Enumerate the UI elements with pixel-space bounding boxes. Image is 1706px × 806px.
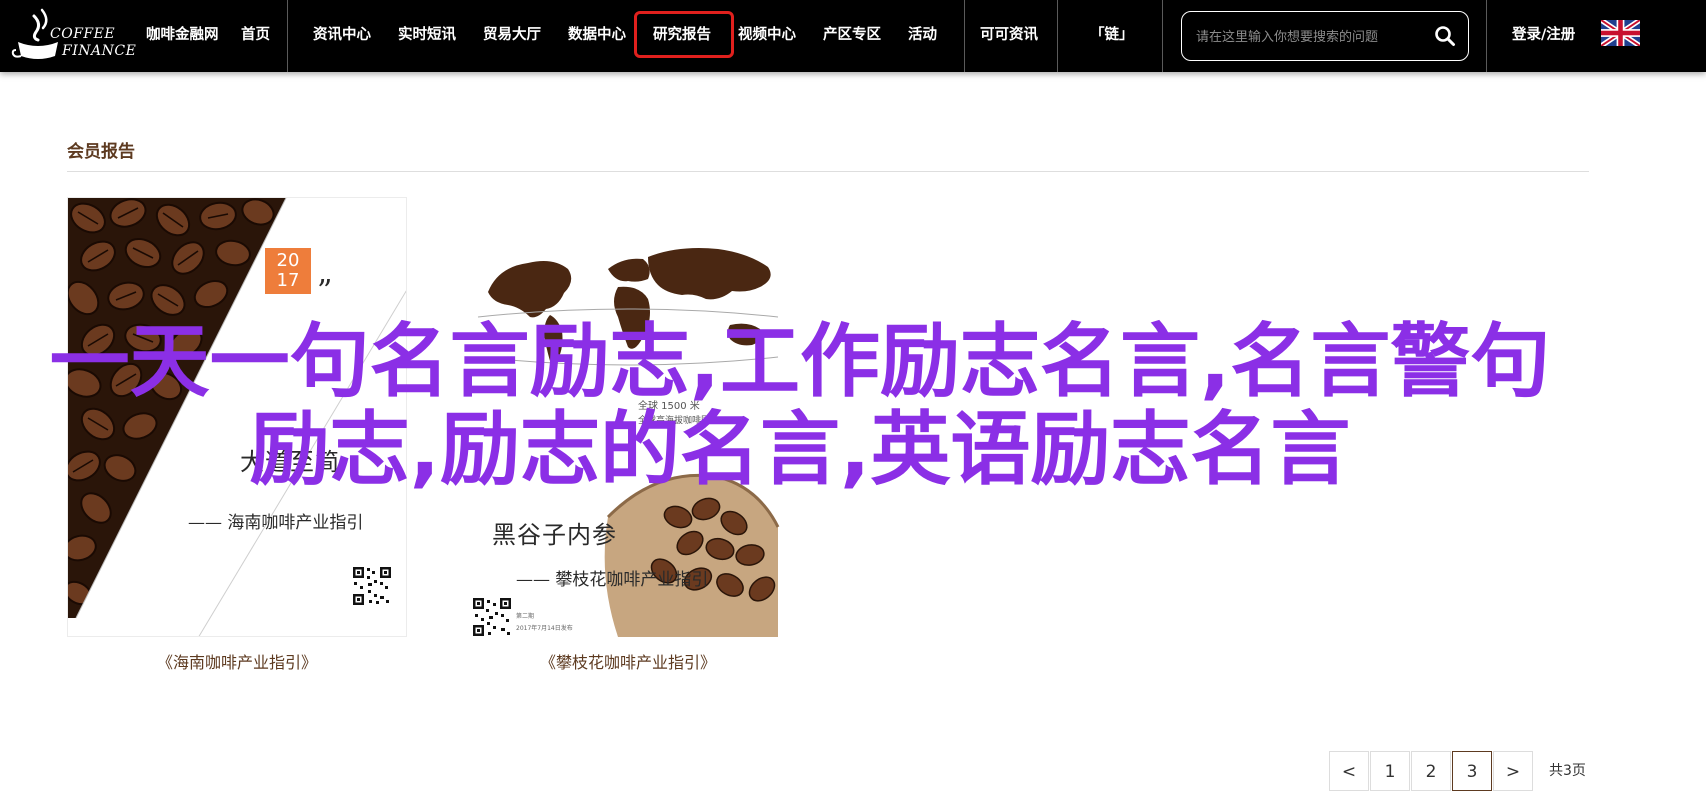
section-title: 会员报告 [67,142,135,162]
cover-subtitle: —— 攀枝花咖啡产业指引 [516,570,709,590]
cover-quote-mark: ” [317,274,334,309]
cover-year-bottom: 17 [276,270,300,291]
report-caption-panzhihua[interactable]: 《攀枝花咖啡产业指引》 [458,649,798,673]
cover-publish-date: 2017年7月14日发布 [516,625,573,632]
report-cover-panzhihua[interactable]: 全球 1500 米 全球高海拔咖啡区 黑谷子内参 —— 攀枝花咖啡产业指引 第二… [458,197,798,637]
map-label-altitude: 全球 1500 米 [638,401,700,412]
site-logo[interactable]: COFFEE FINANCE [8,6,136,64]
pagination-next-button[interactable]: > [1493,751,1533,791]
search-input[interactable] [1194,24,1428,50]
qr-code-icon [352,566,392,606]
cover-year-badge: 20 17 [265,248,311,294]
nav-origin-zone[interactable]: 产区专区 [823,24,881,46]
nav-chain[interactable]: 「链」 [1090,24,1134,46]
nav-home[interactable]: 首页 [241,24,270,46]
nav-separator [1486,0,1487,72]
cover-issue-number: 第二期 [516,613,535,620]
section-divider [67,171,1589,172]
logo-text-line2: FINANCE [62,43,137,59]
qr-code-icon [472,597,512,637]
nav-coffee-finance[interactable]: 咖啡金融网 [146,24,219,46]
login-register-link[interactable]: 登录/注册 [1512,24,1575,46]
nav-data-center[interactable]: 数据中心 [568,24,626,46]
nav-research-reports[interactable]: 研究报告 [653,24,711,46]
search-box [1181,11,1469,61]
search-icon[interactable] [1434,25,1456,47]
cover-title: 大道至简 [240,448,340,476]
pagination-page-2[interactable]: 2 [1411,751,1451,791]
cover-subtitle: —— 海南咖啡产业指引 [188,513,364,533]
top-navbar: COFFEE FINANCE 咖啡金融网 首页 资讯中心 实时短讯 贸易大厅 数… [0,0,1706,72]
pagination-page-1[interactable]: 1 [1370,751,1410,791]
cover-title: 黑谷子内参 [492,521,617,549]
cover-year-top: 20 [276,250,300,271]
pagination-page-3[interactable]: 3 [1452,751,1492,791]
nav-separator [1162,0,1163,72]
map-label-region: 全球高海拔咖啡区 [638,416,711,426]
nav-news-center[interactable]: 资讯中心 [313,24,371,46]
uk-flag-icon[interactable] [1601,20,1640,46]
nav-video-center[interactable]: 视频中心 [738,24,796,46]
nav-separator [287,0,288,72]
nav-separator [964,0,965,72]
nav-flash-news[interactable]: 实时短讯 [398,24,456,46]
logo-text-line1: COFFEE [50,26,116,42]
nav-trade-hall[interactable]: 贸易大厅 [483,24,541,46]
report-cover-hainan[interactable]: 20 17 ” 大道至简 —— 海南咖啡产业指引 [67,197,407,637]
pagination-prev-button[interactable]: < [1329,751,1369,791]
nav-cocoa-news[interactable]: 可可资讯 [980,24,1038,46]
pagination-total: 共3页 [1549,763,1586,779]
report-caption-hainan[interactable]: 《海南咖啡产业指引》 [67,649,407,673]
nav-separator [1057,0,1058,72]
nav-events[interactable]: 活动 [908,24,937,46]
